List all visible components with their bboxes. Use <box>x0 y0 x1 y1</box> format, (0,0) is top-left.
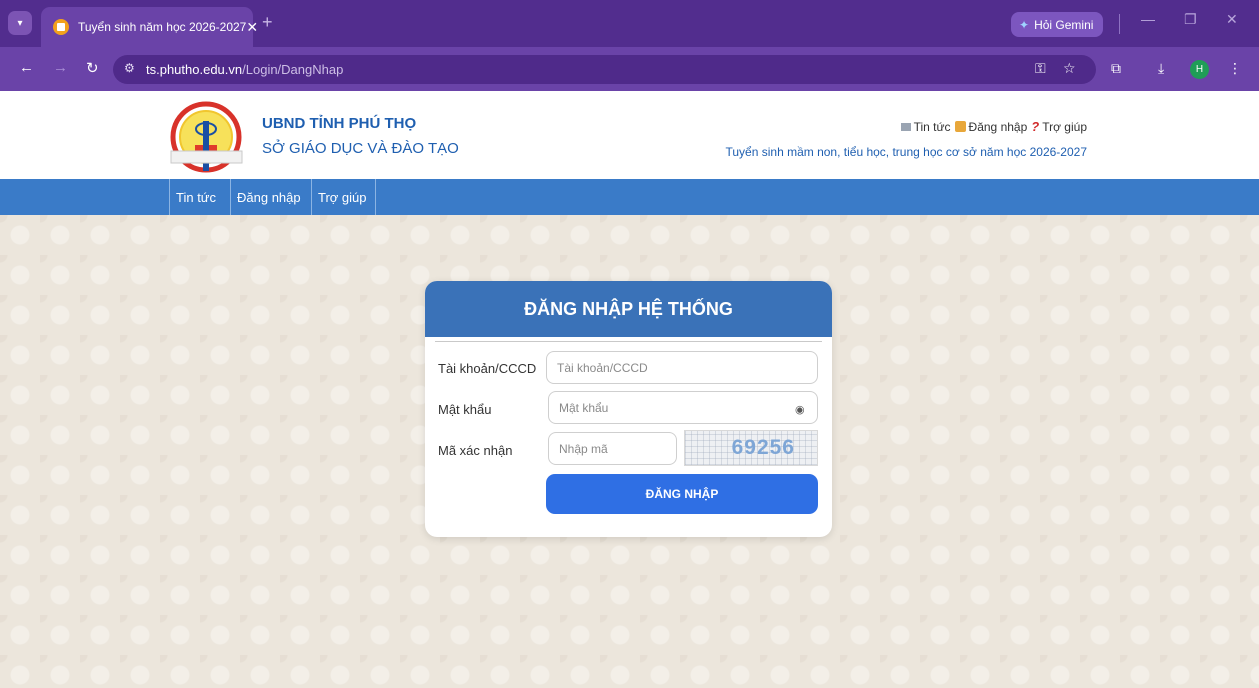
tab-title: Tuyển sinh năm học 2026-2027 <box>78 20 247 34</box>
nav-item-login[interactable]: Đăng nhập <box>230 179 307 215</box>
nav-item-help[interactable]: Trợ giúp <box>311 179 373 215</box>
org-name-line2: SỞ GIÁO DỤC VÀ ĐÀO TẠO <box>262 140 459 157</box>
account-label: Tài khoản/CCCD <box>438 361 537 376</box>
captcha-input[interactable]: Nhập mã <box>548 432 677 465</box>
main-navbar: Tin tức Đăng nhập Trợ giúp <box>0 179 1259 215</box>
ask-gemini-button[interactable]: ✦ Hỏi Gemini <box>1011 12 1103 37</box>
top-link-login-label: Đăng nhập <box>968 119 1028 134</box>
login-submit-button[interactable]: ĐĂNG NHẬP <box>546 474 818 514</box>
password-input[interactable]: Mật khẩu <box>548 391 818 424</box>
top-link-login[interactable]: Đăng nhập <box>954 119 1028 134</box>
enrollment-subtitle: Tuyển sinh mầm non, tiểu học, trung học … <box>725 145 1088 159</box>
close-window-icon[interactable]: ✕ <box>1226 11 1238 28</box>
back-arrow-icon[interactable]: ← <box>19 59 34 76</box>
captcha-image[interactable]: 69256 <box>684 430 818 466</box>
minimize-window-icon[interactable]: — <box>1141 11 1155 27</box>
tab-close-icon[interactable]: ✕ <box>246 19 258 36</box>
tab-search-icon[interactable]: ▾ <box>8 11 32 35</box>
new-tab-button[interactable]: + <box>262 12 273 33</box>
top-link-news-label: Tin tức <box>913 119 951 134</box>
browser-tab-strip: ▾ Tuyển sinh năm học 2026-2027 ✕ + ✦ Hỏi… <box>0 0 1259 47</box>
gemini-sparkle-icon: ✦ <box>1019 17 1030 32</box>
browser-menu-icon[interactable]: ⋮ <box>1228 60 1242 77</box>
url-text[interactable]: ts.phutho.edu.vn/Login/DangNhap <box>146 62 343 77</box>
captcha-label: Mã xác nhận <box>438 443 513 458</box>
top-link-news[interactable]: Tin tức <box>900 119 951 134</box>
navbar-divider <box>375 179 376 215</box>
gemini-label: Hỏi Gemini <box>1034 17 1094 32</box>
profile-avatar[interactable]: H <box>1190 60 1209 79</box>
lock-icon <box>954 121 966 132</box>
site-header: UBND TỈNH PHÚ THỌ SỞ GIÁO DỤC VÀ ĐÀO TẠO… <box>0 91 1259 179</box>
nav-item-news[interactable]: Tin tức <box>169 179 222 215</box>
help-question-icon: ? <box>1031 119 1040 134</box>
browser-tab[interactable]: Tuyển sinh năm học 2026-2027 ✕ <box>41 7 258 47</box>
extensions-puzzle-icon[interactable]: ⧉ <box>1111 60 1121 77</box>
top-links: Tin tức Đăng nhập ? Trợ giúp <box>900 119 1087 134</box>
top-link-help-label: Trợ giúp <box>1042 119 1087 134</box>
site-settings-icon[interactable]: ⚙ <box>124 61 135 75</box>
account-input[interactable]: Tài khoản/CCCD <box>546 351 818 384</box>
bookmark-star-icon[interactable]: ☆ <box>1063 60 1076 77</box>
department-logo <box>170 101 243 173</box>
download-icon[interactable]: ⤓ <box>1158 60 1164 77</box>
login-title: ĐĂNG NHẬP HỆ THỐNG <box>425 281 832 337</box>
url-path: /Login/DangNhap <box>242 62 344 77</box>
site-favicon-icon <box>53 19 69 35</box>
forward-arrow-icon[interactable]: → <box>53 59 68 76</box>
url-host: ts.phutho.edu.vn <box>146 62 243 77</box>
org-name-line1: UBND TỈNH PHÚ THỌ <box>262 115 417 132</box>
restore-window-icon[interactable]: ❐ <box>1184 11 1197 28</box>
news-icon <box>900 122 911 131</box>
top-link-help[interactable]: ? Trợ giúp <box>1031 119 1087 134</box>
login-card: ĐĂNG NHẬP HỆ THỐNG Tài khoản/CCCD Tài kh… <box>425 281 832 537</box>
password-key-icon[interactable]: ⚿ <box>1035 60 1046 77</box>
reload-icon[interactable]: ↻ <box>86 59 99 77</box>
window-controls-divider <box>1119 14 1120 34</box>
password-label: Mật khẩu <box>438 402 492 417</box>
show-password-eye-icon[interactable]: ◉ <box>795 403 805 416</box>
title-divider <box>435 341 822 342</box>
